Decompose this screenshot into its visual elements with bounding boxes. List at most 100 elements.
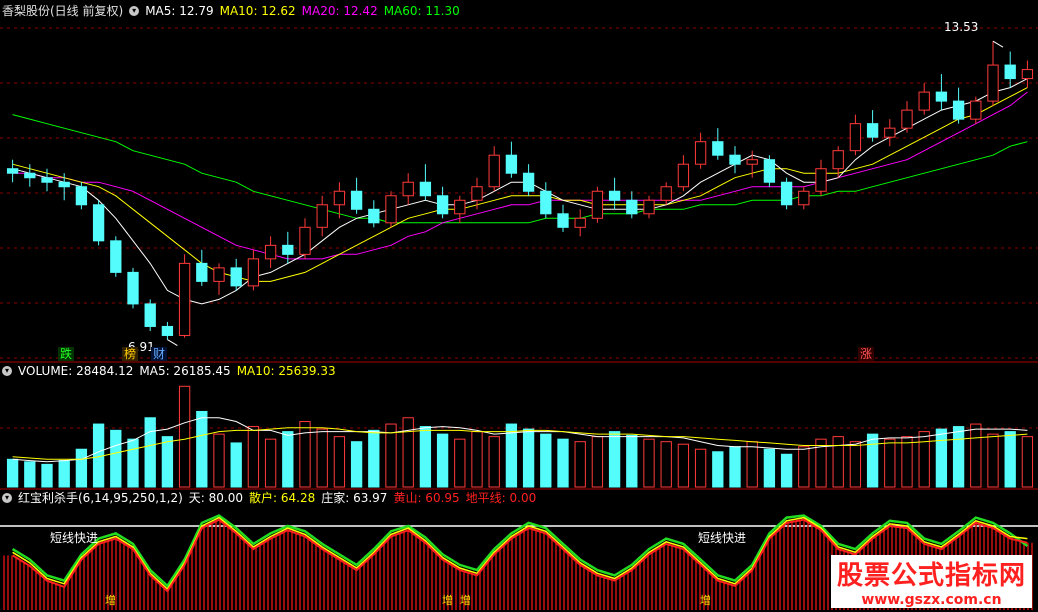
volume-bar — [161, 436, 174, 488]
candle-body — [75, 186, 88, 206]
volume-bar — [849, 441, 862, 488]
candle-body — [402, 181, 414, 197]
candle-body — [419, 181, 432, 197]
settings-toggle-icon[interactable]: ▾ — [129, 6, 140, 16]
candle-body — [1021, 69, 1034, 80]
candle-body — [746, 159, 758, 165]
volume-bar — [763, 448, 776, 488]
candle-body — [626, 199, 638, 215]
volume-bar — [952, 426, 965, 488]
volume-bar — [24, 461, 36, 488]
volume-bar — [574, 441, 586, 488]
indicator-name[interactable]: 红宝利杀手(6,14,95,250,1,2) — [18, 489, 183, 507]
candle-body — [92, 204, 105, 242]
marker-zhang[interactable]: 涨 — [858, 347, 875, 361]
volume-bar — [918, 431, 930, 488]
huangshan-label: 黄山: 60.95 — [393, 491, 460, 505]
ma60-label: MA60: 11.30 — [383, 4, 460, 18]
indicator-toggle-icon[interactable]: ▾ — [2, 493, 12, 503]
volume-bar — [471, 431, 483, 488]
indicator-panel-header: ▾ 红宝利杀手(6,14,95,250,1,2) 天: 80.00 散户: 64… — [0, 489, 536, 507]
candle-body — [247, 258, 260, 287]
candle-body — [230, 267, 242, 287]
volume-bar — [591, 436, 604, 488]
candle-body — [436, 195, 449, 215]
volume-bar — [660, 441, 672, 488]
zeng-marker-4: 增 — [700, 594, 711, 607]
volume-bar — [488, 436, 500, 488]
volume-label: VOLUME: 28484.12 — [18, 364, 134, 378]
stock-title[interactable]: 香梨股份(日线 前复权) — [2, 2, 123, 20]
volume-bar — [832, 436, 844, 488]
volume-panel-header: ▾ VOLUME: 28484.12 MA5: 26185.45 MA10: 2… — [0, 362, 336, 380]
volume-bar — [436, 433, 449, 488]
volume-bar — [350, 441, 363, 488]
zeng-marker-3: 增 — [460, 594, 471, 607]
volume-bar — [144, 417, 156, 488]
candle-body — [849, 123, 862, 152]
candle-body — [471, 186, 483, 201]
candle-body — [282, 244, 294, 255]
volume-bar — [935, 428, 948, 488]
volume-bar — [1004, 431, 1016, 488]
zeng-marker-2: 增 — [442, 594, 453, 607]
volume-bar — [712, 451, 724, 488]
candle-body — [196, 262, 208, 282]
watermark-title: 股票公式指标网 — [830, 555, 1032, 592]
volume-bar — [247, 426, 260, 488]
volume-bar — [540, 433, 552, 488]
volume-bar — [178, 385, 191, 488]
volume-bar — [419, 426, 432, 488]
candle-body — [643, 199, 655, 215]
volume-bar — [264, 438, 277, 488]
candle-body — [866, 123, 879, 138]
candle-body — [127, 271, 139, 305]
ma5-line — [12, 78, 1028, 305]
candle-body — [935, 91, 948, 102]
volume-bar — [385, 423, 397, 488]
candle-body — [712, 141, 724, 156]
volume-bar — [970, 423, 982, 488]
watermark: 股票公式指标网 www.gszx.com.cn — [830, 555, 1032, 608]
volume-bar — [333, 436, 346, 488]
candle-body — [385, 195, 397, 224]
marker-die[interactable]: 跌 — [58, 347, 75, 361]
chart-canvas — [0, 27, 1038, 610]
volume-bar — [901, 436, 913, 488]
volume-bar — [643, 438, 655, 488]
volume-bar — [299, 421, 311, 488]
candle-body — [780, 181, 793, 206]
candle-body — [454, 199, 466, 215]
candle-body — [557, 213, 569, 228]
volume-bar — [127, 438, 139, 488]
volume-bar — [6, 458, 19, 488]
price-panel-header: 香梨股份(日线 前复权) ▾ MA5: 12.79 MA10: 12.62 MA… — [0, 2, 460, 20]
volume-bar — [608, 431, 621, 488]
candle-body — [884, 127, 896, 138]
candle-body — [144, 303, 156, 327]
candle-body — [213, 267, 225, 282]
volume-bar — [729, 446, 741, 488]
candle-body — [832, 150, 844, 170]
ma5-label: MA5: 12.79 — [145, 4, 214, 18]
high-pointer — [992, 40, 1004, 48]
ma10-label: MA10: 12.62 — [219, 4, 296, 18]
marker-bang[interactable]: 榜 — [122, 347, 139, 361]
volume-bar — [213, 433, 225, 488]
candle-body — [815, 168, 827, 192]
candle-body — [1004, 64, 1016, 80]
volume-toggle-icon[interactable]: ▾ — [2, 366, 12, 376]
candle-body — [574, 217, 586, 228]
sanhu-label: 散户: 64.28 — [249, 491, 316, 505]
candle-body — [660, 186, 672, 201]
watermark-url: www.gszx.com.cn — [830, 592, 1032, 608]
volume-bar — [780, 453, 793, 488]
zhuangjia-label: 庄家: 63.97 — [321, 491, 388, 505]
volume-bar — [746, 441, 758, 488]
volume-bar — [884, 438, 896, 488]
marker-cai[interactable]: 财 — [151, 347, 168, 361]
candle-body — [763, 159, 776, 183]
candle-body — [798, 190, 810, 206]
high-price-label: 13.53 — [944, 20, 979, 34]
volume-bar — [677, 443, 690, 488]
